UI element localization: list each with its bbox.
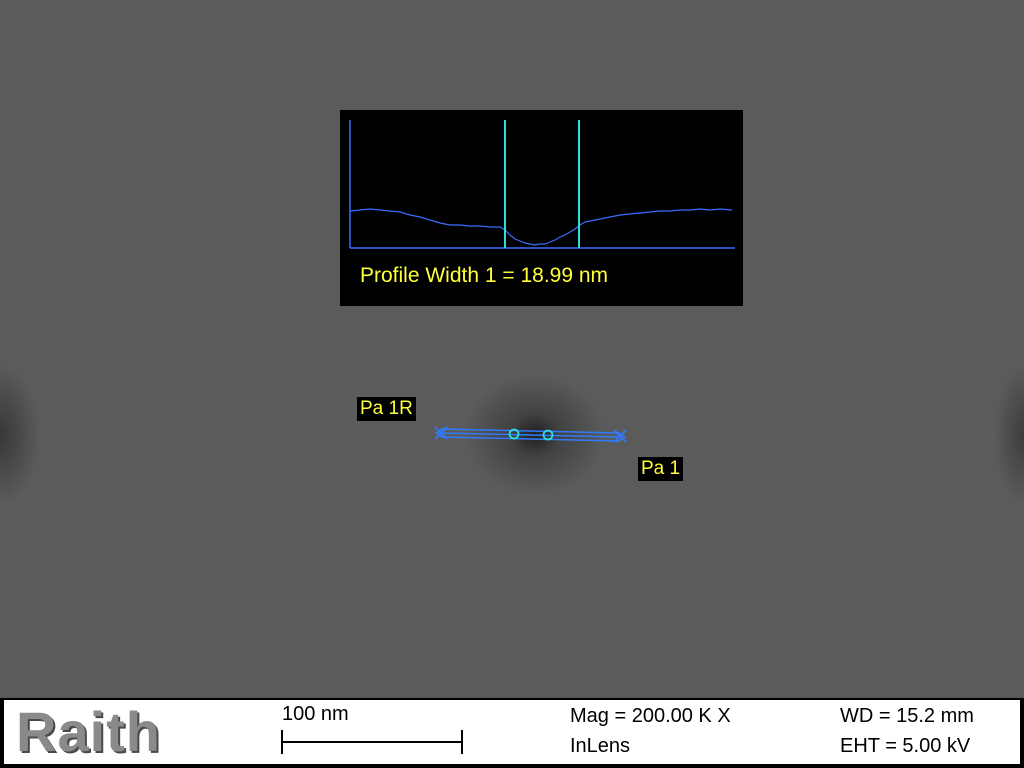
- eht-readout: EHT = 5.00 kV: [840, 735, 971, 757]
- info-bar-panel: Raith 100 nm Mag = 200.00 K X InLens WD …: [4, 700, 1020, 764]
- detector-readout: InLens: [570, 735, 631, 757]
- marker-tag-pa1: Pa 1: [638, 457, 684, 481]
- marker-tag-pa1r: Pa 1R: [357, 397, 416, 421]
- measurement-overlay: [434, 426, 627, 443]
- measurement-line[interactable]: [434, 427, 627, 443]
- working-distance-readout: WD = 15.2 mm: [840, 705, 974, 727]
- info-bar: Raith 100 nm Mag = 200.00 K X InLens WD …: [0, 698, 1024, 768]
- magnification-readout: Mag = 200.00 K X: [570, 705, 731, 727]
- raith-logo: Raith: [16, 700, 161, 763]
- scale-bar-label: 100 nm: [282, 703, 349, 725]
- scale-bar: [281, 730, 463, 754]
